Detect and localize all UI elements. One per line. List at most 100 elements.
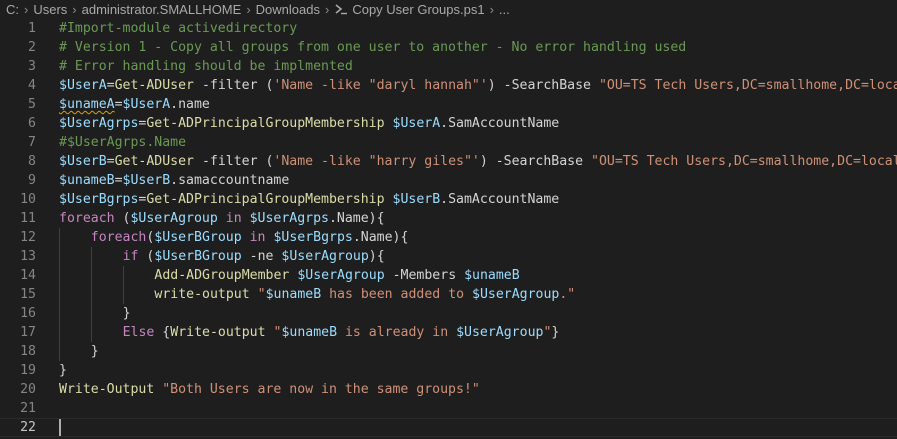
code-line[interactable]: 6 $UserAgrps=Get-ADPrincipalGroupMembersh… [0,114,897,133]
line-number: 17 [20,325,36,340]
code-token: $UserAgroup [130,211,218,226]
code-token: .name [170,97,210,112]
code-line[interactable]: 19} [0,361,897,380]
code-line[interactable]: 5 $unameA=$UserA.name [0,95,897,114]
code-editor[interactable]: 1 #Import-module activedirectory 2 # Versio… [0,18,897,439]
code-text: } [91,344,99,359]
code-token: $unameB [464,268,520,283]
code-line[interactable]: 12 foreach($UserBGroup in $UserBgrps.Name… [0,228,897,247]
code-line[interactable]: 14 Add-ADGroupMember $UserAgroup -Members… [0,266,897,285]
code-line[interactable]: 17 Else {Write-output "$unameB is already… [0,323,897,342]
code-line[interactable]: 13 if ($UserBGroup -ne $UserAgroup){ [0,247,897,266]
code-token: = [114,173,123,188]
code-token: $UserBGroup [154,230,242,245]
code-line[interactable]: 7 #$UserAgrps.Name [0,133,897,152]
code-line[interactable]: 9 $unameB=$UserB.samaccountname [0,171,897,190]
code-line[interactable]: 2 # Version 1 - Copy all groups from one … [0,38,897,57]
code-text: $unameA=$UserA.name [59,97,210,112]
text-cursor [59,419,61,436]
code-token: = [106,154,115,169]
breadcrumb-item-drive[interactable]: C: [6,2,19,17]
code-token: $UserA [122,97,171,112]
indent-guide [122,266,124,304]
breadcrumb-item-downloads[interactable]: Downloads [256,2,320,17]
breadcrumb-symbols[interactable]: ... [499,2,510,17]
code-text: foreach($UserBGroup in $UserBgrps.Name){ [91,230,409,245]
code-token: ) -SearchBase [479,154,591,169]
code-token: Write-output [170,325,266,340]
code-token: $UserAgroup [297,268,385,283]
line-number: 12 [20,230,36,245]
line-number: 8 [28,154,36,169]
breadcrumb-item-file[interactable]: Copy User Groups.ps1 [334,2,485,17]
code-token: = [114,97,123,112]
breadcrumb-item-user-folder[interactable]: administrator.SMALLHOME [82,2,242,17]
code-line[interactable]: 11 foreach ($UserAgroup in $UserAgrps.Nam… [0,209,897,228]
code-token: ." [559,287,576,302]
code-token: $UserAgroup [456,325,544,340]
line-number: 20 [20,382,36,397]
chevron-right-icon: › [24,1,29,17]
line-number: 4 [28,78,36,93]
code-token: { [154,325,171,340]
code-line[interactable]: 3 # Error handling should be implmented [0,57,897,76]
code-line[interactable]: 20 Write-Output "Both Users are now in th… [0,380,897,399]
code-line[interactable]: 8 $UserB=Get-ADUser -filter ('Name -like … [0,152,897,171]
code-line[interactable]: 21 [0,399,897,418]
line-number: 10 [20,192,36,207]
code-token: } [551,325,560,340]
code-text: } [59,363,67,378]
line-number: 18 [20,344,36,359]
code-text: # Version 1 - Copy all groups from one u… [59,40,686,55]
code-text: $UserBgrps=Get-ADPrincipalGroupMembershi… [59,192,559,207]
code-token: $unameA [59,97,115,112]
code-token: Get-ADPrincipalGroupMembership [146,116,385,131]
code-token: $UserAgrps [249,211,329,226]
breadcrumb-item-users[interactable]: Users [33,2,67,17]
code-token: " [257,287,266,302]
code-token: = [106,78,115,93]
chevron-right-icon: › [489,1,494,17]
code-token: is already in [337,325,457,340]
line-number: 14 [20,268,36,283]
code-line[interactable]: 22 [0,418,897,437]
code-token: $UserAgrps [59,116,139,131]
chevron-right-icon: › [324,1,330,17]
line-number: 16 [20,306,36,321]
code-token: -filter ( [194,154,274,169]
code-line[interactable]: 16} [0,304,897,323]
code-token: Get-ADUser [114,154,194,169]
code-token: write-output [154,287,250,302]
code-token: } [90,344,99,359]
indent-guide [59,228,60,361]
code-token: #Import-module activedirectory [59,21,298,36]
line-number: 6 [28,116,36,131]
chevron-right-icon: › [246,1,251,17]
code-token: $UserAgroup [472,287,560,302]
line-number: 21 [20,401,36,416]
code-token: in [217,211,250,226]
code-token: -Members [384,268,465,283]
code-token: $UserB [122,173,171,188]
code-token: .SamAccountName [440,116,560,131]
code-line[interactable]: 15 write-output "$unameB has been added t… [0,285,897,304]
line-number: 13 [20,249,36,264]
code-text: $UserA=Get-ADUser -filter ('Name -like "… [59,78,897,93]
code-text: #Import-module activedirectory [59,21,297,36]
line-number: 3 [28,59,36,74]
code-token: "OU=TS Tech Users,DC=smallhome,DC=local" [598,78,897,93]
code-token: $UserBgrps [59,192,139,207]
code-text: Write-Output "Both Users are now in the … [59,382,480,397]
line-number: 11 [20,211,36,226]
code-line[interactable]: 1 #Import-module activedirectory [0,19,897,38]
code-token: $unameB [59,173,115,188]
code-line[interactable]: 4 $UserA=Get-ADUser -filter ('Name -like … [0,76,897,95]
code-token: has been added to [321,287,473,302]
code-line[interactable]: 10 $UserBgrps=Get-ADPrincipalGroupMembers… [0,190,897,209]
code-token: "OU=TS Tech Users,DC=smallhome,DC=local" [591,154,897,169]
code-line[interactable]: 18} [0,342,897,361]
code-text: Add-ADGroupMember $UserAgroup -Members $… [154,268,519,283]
code-token: $UserA [59,78,107,93]
